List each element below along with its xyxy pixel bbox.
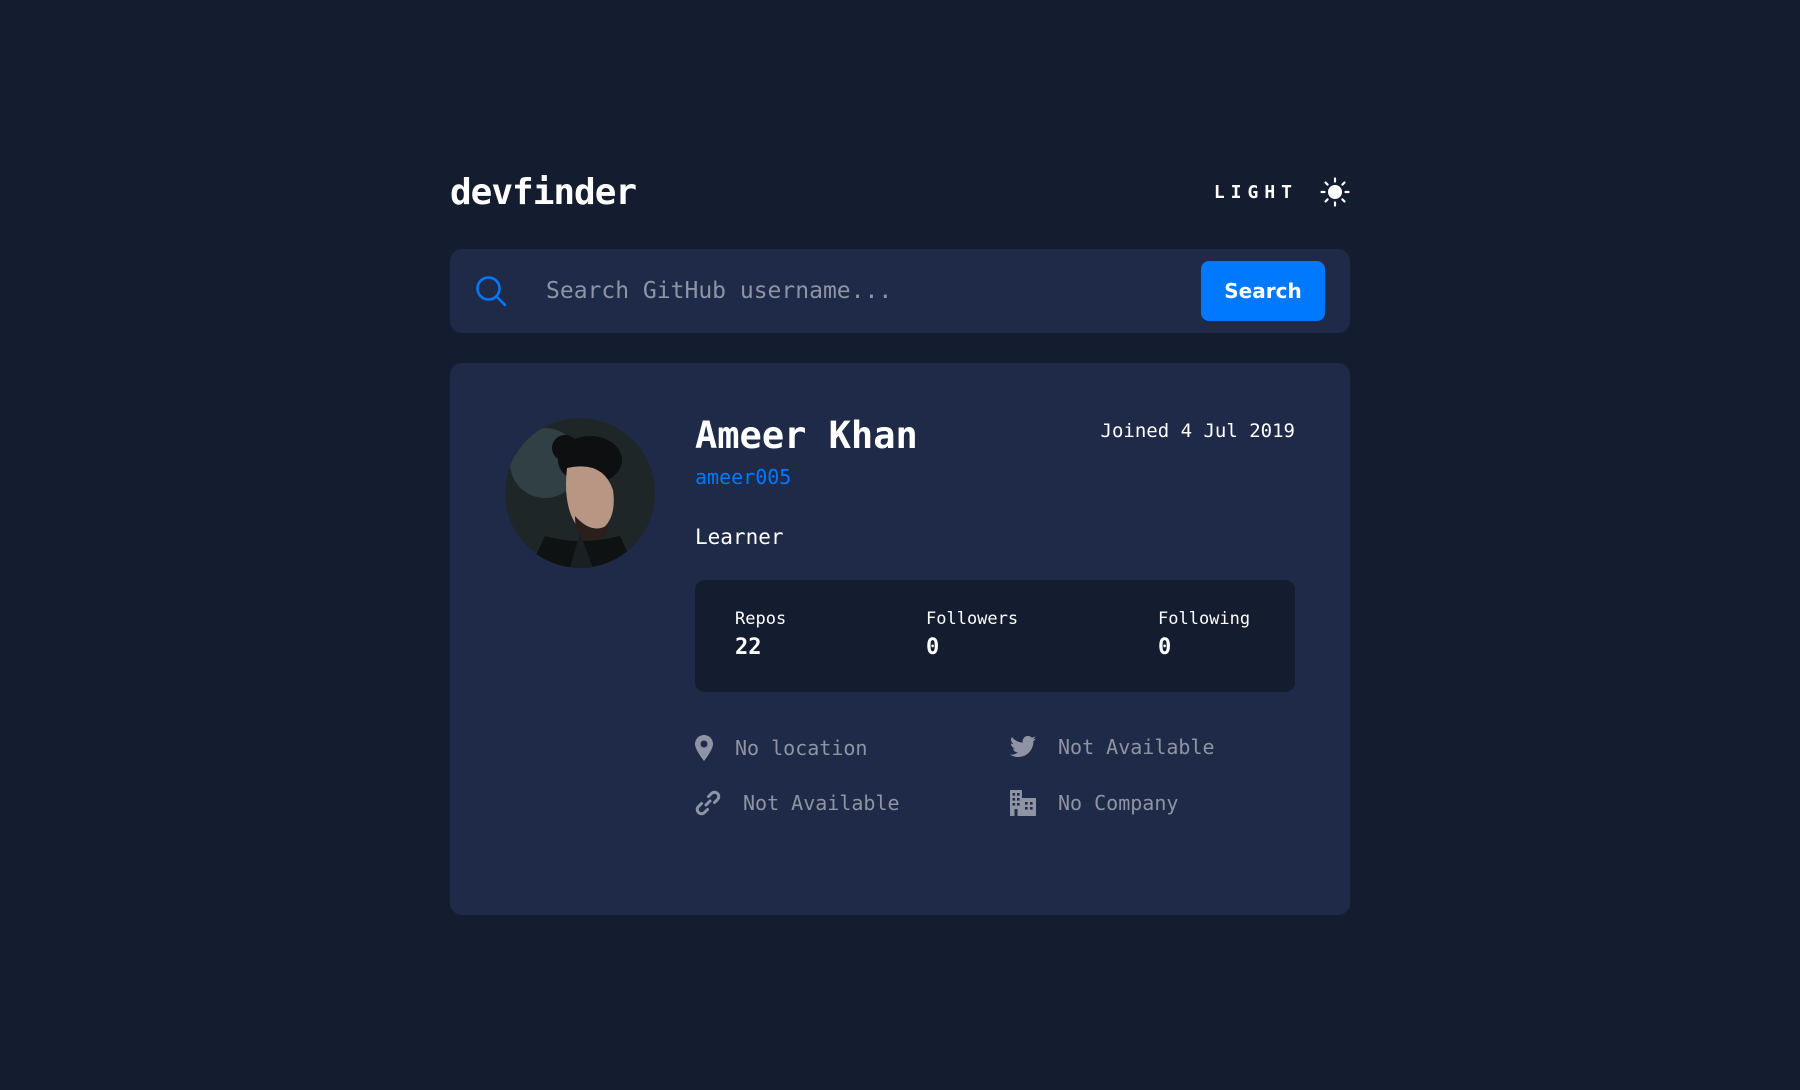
- stat-following-label: Following: [1158, 609, 1251, 629]
- devfinder-app: devfinder LIGHT Search GitHub username..…: [450, 150, 1350, 915]
- link-icon: [695, 790, 743, 816]
- company-text: No Company: [1058, 791, 1179, 815]
- stat-followers-value: 0: [926, 635, 940, 660]
- stats-panel: Repos 22 Followers 0 Following 0: [695, 580, 1295, 692]
- profile-bio: Learner: [695, 525, 784, 549]
- blog-text: Not Available: [743, 791, 900, 815]
- stat-repos: Repos 22: [735, 609, 786, 660]
- location-text: No location: [735, 736, 868, 760]
- profile-login-link[interactable]: ameer005: [695, 465, 791, 489]
- theme-toggle-button[interactable]: LIGHT: [1214, 177, 1350, 207]
- location-pin-icon: [695, 735, 735, 761]
- profile-links: No location Not Available Not Available …: [695, 735, 1295, 835]
- twitter-item: Not Available: [1010, 735, 1215, 759]
- joined-date: Joined 4 Jul 2019: [1100, 420, 1295, 442]
- stat-followers: Followers 0: [926, 609, 1018, 660]
- header: devfinder LIGHT: [450, 150, 1350, 234]
- profile-card: Ameer Khan Joined 4 Jul 2019 ameer005 Le…: [450, 363, 1350, 915]
- stat-followers-label: Followers: [926, 609, 1019, 629]
- avatar: [505, 418, 655, 568]
- company-item: No Company: [1010, 790, 1178, 816]
- blog-item: Not Available: [695, 790, 900, 816]
- sun-icon: [1320, 177, 1350, 207]
- twitter-text: Not Available: [1058, 735, 1215, 759]
- stat-repos-label: Repos: [735, 609, 787, 629]
- stat-following-value: 0: [1158, 635, 1172, 660]
- search-icon: [475, 275, 507, 307]
- stat-following: Following 0: [1158, 609, 1250, 660]
- profile-name: Ameer Khan: [695, 414, 918, 457]
- name-row: Ameer Khan Joined 4 Jul 2019: [695, 413, 1295, 459]
- search-input[interactable]: [544, 277, 1201, 305]
- stat-repos-value: 22: [735, 635, 762, 660]
- twitter-icon: [1010, 736, 1058, 758]
- app-logo: devfinder: [450, 171, 637, 213]
- profile-details: Ameer Khan Joined 4 Jul 2019 ameer005 Le…: [695, 413, 1295, 835]
- building-icon: [1010, 790, 1058, 816]
- theme-toggle-label: LIGHT: [1213, 181, 1298, 203]
- location-item: No location: [695, 735, 867, 761]
- search-bar: Search: [450, 249, 1350, 333]
- search-button[interactable]: Search: [1201, 261, 1325, 321]
